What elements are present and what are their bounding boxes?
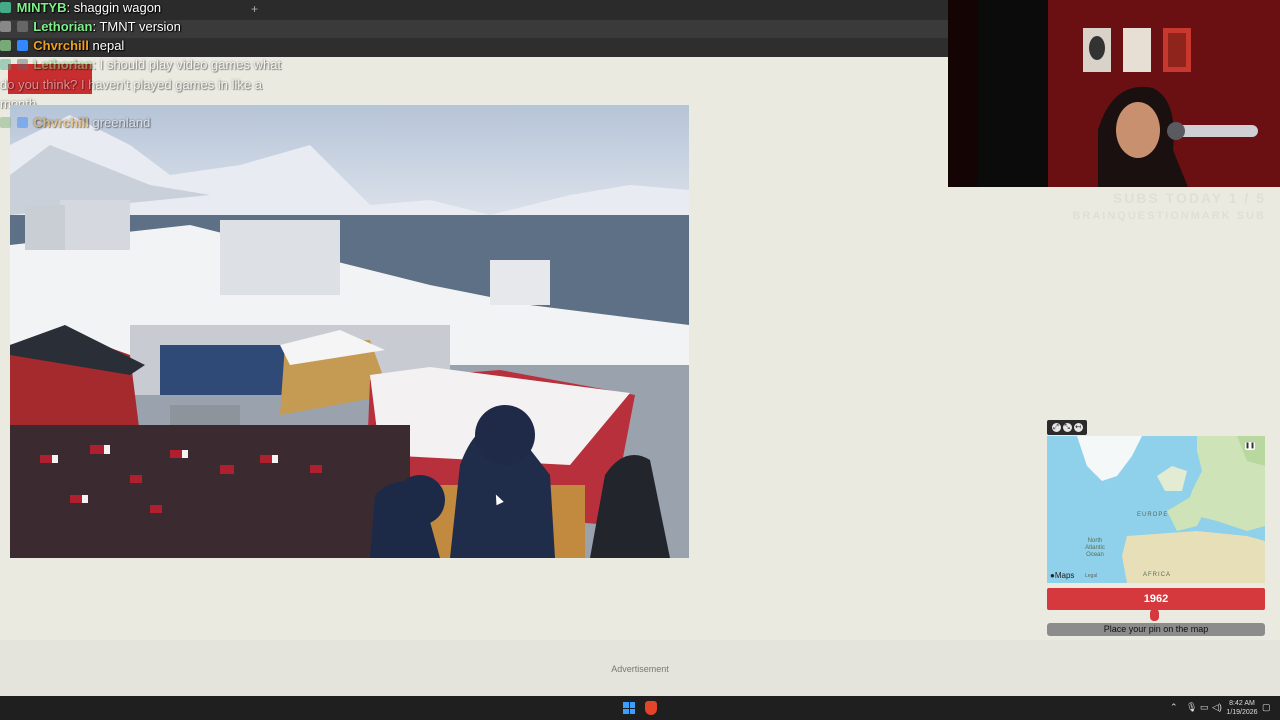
- network-icon[interactable]: ▭: [1200, 702, 1209, 713]
- map-toolbar: ⤢ ⤡ ↤: [1047, 420, 1087, 435]
- advertisement-label: Advertisement: [611, 664, 669, 674]
- badge-icon: [16, 40, 28, 51]
- map-label-ocean: North Atlantic Ocean: [1085, 538, 1105, 558]
- badge-icon: [0, 40, 11, 51]
- badge-icon: [0, 2, 11, 13]
- volume-icon[interactable]: ◁): [1212, 702, 1222, 713]
- chat-username: MINTYB: [16, 0, 67, 15]
- clock-time: 8:42 AM: [1229, 700, 1255, 707]
- clock-date: 1/19/2026: [1226, 709, 1258, 716]
- location-photo: [10, 105, 689, 558]
- badge-icon: [0, 59, 11, 70]
- chat-text: TMNT version: [99, 19, 181, 34]
- microphone-icon[interactable]: 🎙︎: [1186, 702, 1197, 713]
- chat-username: Lethorian: [33, 57, 93, 72]
- chat-username: Lethorian: [33, 19, 93, 34]
- chat-text: greenland: [92, 115, 151, 130]
- badge-icon: [16, 59, 28, 70]
- place-pin-button[interactable]: Place your pin on the map: [1047, 623, 1265, 636]
- shrink-icon[interactable]: ⤡: [1062, 423, 1072, 432]
- new-tab-icon[interactable]: +: [251, 2, 258, 16]
- pause-icon[interactable]: ❚❚: [1245, 442, 1255, 450]
- badge-icon: [0, 117, 11, 128]
- map-label-europe: EUROPE: [1137, 512, 1169, 518]
- chat-message: MINTYB: shaggin wagon: [0, 0, 161, 15]
- taskbar: [0, 696, 1280, 720]
- browser-bookmarks-bar: [0, 38, 948, 57]
- year-display: 1962: [1047, 588, 1265, 610]
- chat-text: shaggin wagon: [73, 0, 162, 15]
- tray-chevron-icon[interactable]: ⌃: [1170, 702, 1178, 713]
- subs-today-label: SUBS TODAY 1 / 5: [1112, 190, 1266, 206]
- chat-message-continued: do you think? I haven't played games in …: [0, 77, 262, 92]
- subs-sub-label: BRAINQUESTIONMARK SUB: [1072, 210, 1266, 222]
- map-label-africa: AFRICA: [1143, 572, 1172, 578]
- chat-text: do you think? I haven't played games in …: [0, 77, 262, 92]
- chat-text: I should play video games what: [99, 57, 282, 72]
- notifications-icon[interactable]: ▢: [1262, 702, 1271, 713]
- chat-message: Lethorian: TMNT version: [0, 19, 181, 34]
- pin-icon[interactable]: ↤: [1073, 423, 1083, 432]
- chat-username: Chvrchill: [33, 115, 89, 130]
- badge-icon: [0, 21, 11, 32]
- year-slider-handle[interactable]: [1150, 609, 1159, 621]
- map-legal-link[interactable]: Legal: [1085, 573, 1097, 579]
- chat-message: Chvrchill greenland: [0, 115, 150, 130]
- taskbar-clock[interactable]: 8:42 AM 1/19/2026: [1222, 699, 1262, 717]
- maps-logo: ●Maps: [1050, 571, 1075, 580]
- badge-icon: [16, 21, 28, 32]
- chat-message: Lethorian: I should play video games wha…: [0, 57, 281, 72]
- guess-map[interactable]: EUROPE AFRICA North Atlantic Ocean ●Maps…: [1047, 436, 1265, 583]
- expand-icon[interactable]: ⤢: [1051, 423, 1061, 432]
- chat-message: Chvrchill nepal: [0, 38, 124, 53]
- badge-icon: [16, 117, 28, 128]
- chat-text: nepal: [92, 38, 125, 53]
- webcam-feed: [948, 0, 1280, 187]
- windows-start-icon[interactable]: [623, 702, 635, 714]
- brave-browser-icon[interactable]: [645, 701, 657, 715]
- chat-username: Chvrchill: [33, 38, 89, 53]
